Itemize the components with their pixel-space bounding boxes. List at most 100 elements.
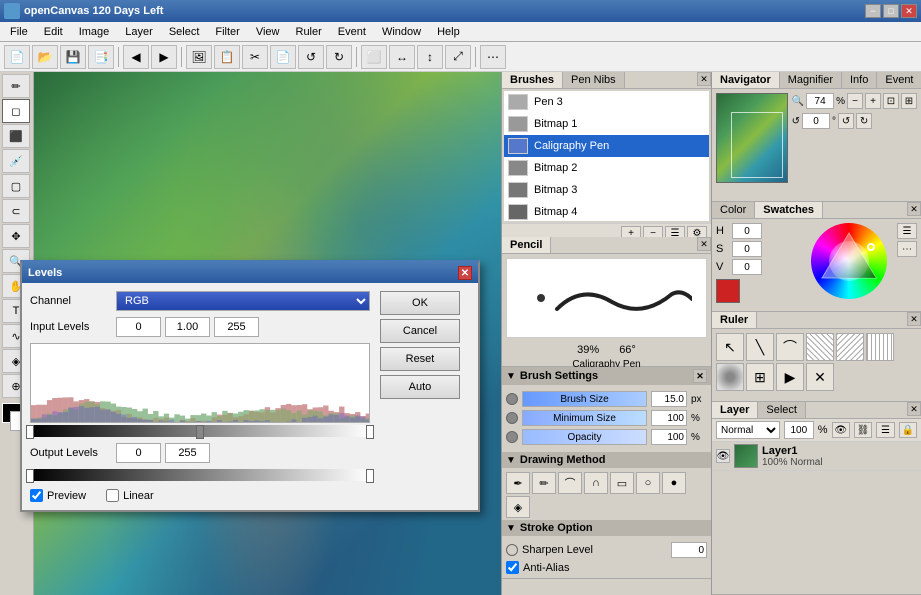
menu-image[interactable]: Image [71,24,118,40]
h-input[interactable] [732,223,762,239]
transform-button[interactable]: ⬜ [361,45,387,69]
select-lasso-tool[interactable]: ⊂ [2,199,30,223]
save-as-button[interactable]: 📑 [88,45,114,69]
tab-pencil[interactable]: Pencil [502,237,551,253]
tab-navigator[interactable]: Navigator [712,72,780,88]
dm-fill-btn[interactable]: ● [662,472,686,494]
menu-layer[interactable]: Layer [117,24,161,40]
menu-filter[interactable]: Filter [207,24,247,40]
color-close[interactable]: ✕ [907,202,921,216]
tab-event[interactable]: Event [877,72,921,88]
menu-ruler[interactable]: Ruler [288,24,330,40]
ruler-select-btn[interactable]: ↖ [716,333,744,361]
output-level-2[interactable] [165,443,210,463]
minimize-button[interactable]: − [865,4,881,18]
zoom-input[interactable] [806,93,834,109]
ruler-pattern3-btn[interactable] [866,333,894,361]
blend-mode-select[interactable]: Normal [716,421,780,439]
anti-alias-checkbox[interactable] [506,561,519,574]
layer-lock-btn[interactable]: 🔒 [899,422,917,438]
brushes-close-button[interactable]: ✕ [697,72,711,86]
menu-event[interactable]: Event [330,24,374,40]
opacity-bar[interactable]: Opacity [522,429,647,445]
layer-visibility-toggle[interactable]: 👁 [716,449,730,463]
v-input[interactable] [732,259,762,275]
input-level-2[interactable] [165,317,210,337]
layer-link-btn[interactable]: ⛓ [854,422,872,438]
dm-curve2-btn[interactable]: ∩ [584,472,608,494]
next-button[interactable]: ▶ [151,45,177,69]
cut-button[interactable]: ✂ [242,45,268,69]
brush-settings-header[interactable]: ▼ Brush Settings ✕ [502,367,711,385]
dm-extra-btn[interactable]: ◈ [506,496,530,518]
drawing-method-header[interactable]: ▼ Drawing Method [502,452,711,468]
maximize-button[interactable]: □ [883,4,899,18]
auto-button[interactable]: Auto [380,375,460,399]
tab-brushes[interactable]: Brushes [502,72,563,88]
menu-help[interactable]: Help [429,24,468,40]
menu-select[interactable]: Select [161,24,208,40]
menu-window[interactable]: Window [374,24,429,40]
rotation-input[interactable] [802,113,830,129]
pen-tool[interactable]: ✏ [2,74,30,98]
current-color-swatch[interactable] [716,279,740,303]
layer-menu-btn[interactable]: ☰ [876,422,894,438]
output-slider-right[interactable] [366,469,374,483]
brush-item-bitmap1[interactable]: Bitmap 1 [504,113,709,135]
brush-size-bar[interactable]: Brush Size [522,391,647,407]
redo-button[interactable]: ↻ [326,45,352,69]
tab-magnifier[interactable]: Magnifier [780,72,842,88]
select-rect-tool[interactable]: ▢ [2,174,30,198]
input-slider-mid[interactable] [196,425,204,439]
brush-item-bitmap4[interactable]: Bitmap 4 [504,201,709,221]
tab-pen-nibs[interactable]: Pen Nibs [563,72,625,88]
ruler-pattern2-btn[interactable] [836,333,864,361]
linear-checkbox[interactable] [106,489,119,502]
tab-layer[interactable]: Layer [712,402,758,418]
rotation-cw-btn[interactable]: ↻ [856,113,872,129]
output-slider[interactable] [30,469,370,481]
dm-curve-btn[interactable]: ⌒ [558,472,582,494]
brush-item-caligraphy[interactable]: Caligraphy Pen [504,135,709,157]
output-level-1[interactable] [116,443,161,463]
min-size-value[interactable]: 100 [651,410,687,426]
ok-button[interactable]: OK [380,291,460,315]
layer-eye-btn[interactable]: 👁 [832,422,850,438]
eyedropper-tool[interactable]: 💉 [2,149,30,173]
brush-item-bitmap3[interactable]: Bitmap 3 [504,179,709,201]
pencil-close-button[interactable]: ✕ [697,237,711,251]
sharpen-value[interactable]: 0 [671,542,707,558]
brush-settings-close[interactable]: ✕ [693,369,707,383]
layer-item[interactable]: 👁 Layer1 100% Normal [712,442,921,471]
eraser-tool[interactable]: ◻ [2,99,30,123]
flip-button[interactable]: ↔ [389,45,415,69]
layer-close[interactable]: ✕ [907,402,921,416]
input-slider[interactable] [30,425,370,437]
tab-ruler[interactable]: Ruler [712,312,757,328]
s-input[interactable] [732,241,762,257]
ruler-pattern1-btn[interactable] [806,333,834,361]
dm-pen-btn[interactable]: ✒ [506,472,530,494]
open-file-button[interactable]: 📂 [32,45,58,69]
save-button[interactable]: 💾 [60,45,86,69]
new-file-button[interactable]: 📄 [4,45,30,69]
rotate-button[interactable]: ↕ [417,45,443,69]
brush-size-value[interactable]: 15.0 [651,391,687,407]
reset-button[interactable]: Reset [380,347,460,371]
tab-swatches[interactable]: Swatches [755,202,823,218]
input-level-3[interactable] [214,317,259,337]
zoom-actual-btn[interactable]: ⊞ [901,93,917,109]
ruler-play-btn[interactable]: ▶ [776,363,804,391]
color-extra-btn[interactable]: ⋯ [897,241,917,257]
input-level-1[interactable] [116,317,161,337]
brush-item-pen3[interactable]: Pen 3 [504,91,709,113]
preview-checkbox[interactable] [30,489,43,502]
menu-file[interactable]: File [2,24,36,40]
extra-button[interactable]: ⋯ [480,45,506,69]
channel-select[interactable]: RGB [116,291,370,311]
paste-button[interactable]: 📋 [214,45,240,69]
brush-item-bitmap2[interactable]: Bitmap 2 [504,157,709,179]
color-wheel-container[interactable] [811,223,891,303]
dm-circle-btn[interactable]: ○ [636,472,660,494]
copy-button[interactable]: 📄 [270,45,296,69]
